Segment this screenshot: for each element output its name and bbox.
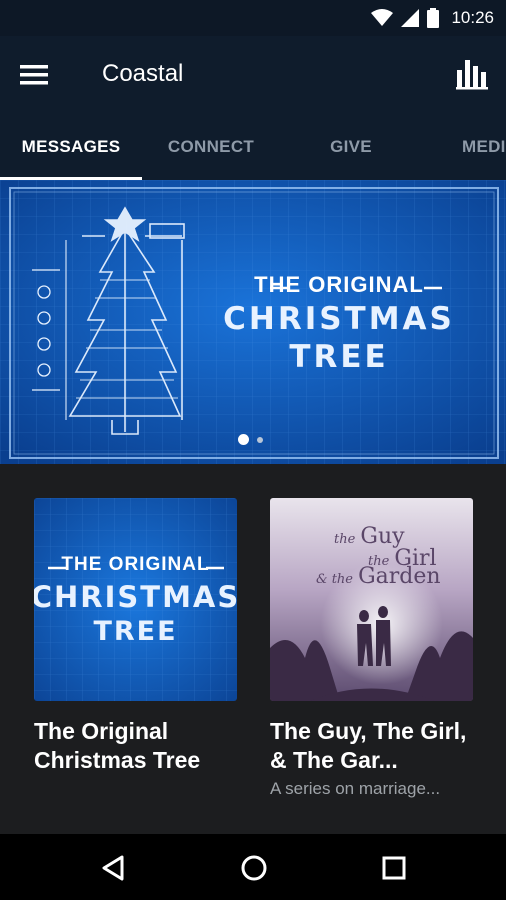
- carousel-indicator: [238, 434, 263, 445]
- app-bar: Coastal: [0, 36, 506, 114]
- tab-messages[interactable]: MESSAGES: [0, 114, 142, 180]
- banner-title: THE ORIGINAL CHRISTMAS TREE: [204, 272, 474, 375]
- status-bar: 10:26: [0, 0, 506, 36]
- banner-line2: CHRISTMAS: [223, 301, 455, 337]
- carousel-dot: [257, 436, 263, 443]
- banner-line1: THE ORIGINAL: [254, 272, 424, 297]
- tab-connect[interactable]: CONNECT: [142, 114, 280, 180]
- tab-give[interactable]: GIVE: [280, 114, 422, 180]
- system-nav-bar: [0, 834, 506, 900]
- home-button[interactable]: [236, 850, 272, 886]
- card-art-garden: Garden: [358, 564, 441, 589]
- series-card-christmas[interactable]: THE ORIGINAL CHRISTMAS TREE The Original…: [34, 498, 237, 775]
- menu-button[interactable]: [20, 58, 60, 92]
- recents-button[interactable]: [376, 850, 412, 886]
- carousel-dot-active: [238, 434, 249, 445]
- tab-media[interactable]: MEDI: [462, 114, 506, 180]
- signal-icon: [401, 9, 420, 27]
- bar-chart-button[interactable]: [456, 56, 490, 92]
- back-icon: [102, 855, 124, 881]
- series-art-christmas: THE ORIGINAL CHRISTMAS TREE: [34, 498, 237, 701]
- series-title: The Original Christmas Tree: [34, 718, 201, 773]
- status-icons: 10:26: [371, 7, 494, 29]
- card-art-line2: CHRISTMAS: [34, 580, 237, 614]
- tab-bar: MESSAGES CONNECT GIVE MEDI: [0, 114, 506, 180]
- card-art-line3: TREE: [93, 616, 178, 647]
- recents-icon: [382, 856, 406, 880]
- status-time: 10:26: [451, 8, 494, 27]
- card-art-the1: the: [334, 532, 356, 547]
- home-icon: [241, 855, 267, 881]
- card-art-line1: THE ORIGINAL: [61, 554, 210, 575]
- wifi-icon: [371, 9, 394, 26]
- back-button[interactable]: [96, 850, 132, 886]
- featured-banner[interactable]: THE ORIGINAL CHRISTMAS TREE: [0, 180, 506, 464]
- menu-icon: [20, 65, 48, 85]
- series-title: The Guy, The Girl, & The Gar...: [270, 718, 467, 773]
- bar-chart-icon: [456, 60, 488, 90]
- series-art-garden: the Guy the Girl & the Garden: [270, 498, 473, 701]
- series-list: THE ORIGINAL CHRISTMAS TREE The Original…: [0, 464, 506, 834]
- series-subtitle: A series on marriage...: [270, 779, 441, 798]
- app-title: Coastal: [102, 60, 184, 87]
- banner-line3: TREE: [289, 339, 389, 375]
- card-art-and-the: & the: [316, 572, 353, 587]
- battery-icon: [427, 8, 440, 28]
- series-card-garden[interactable]: the Guy the Girl & the Garden The Guy, T…: [270, 498, 473, 799]
